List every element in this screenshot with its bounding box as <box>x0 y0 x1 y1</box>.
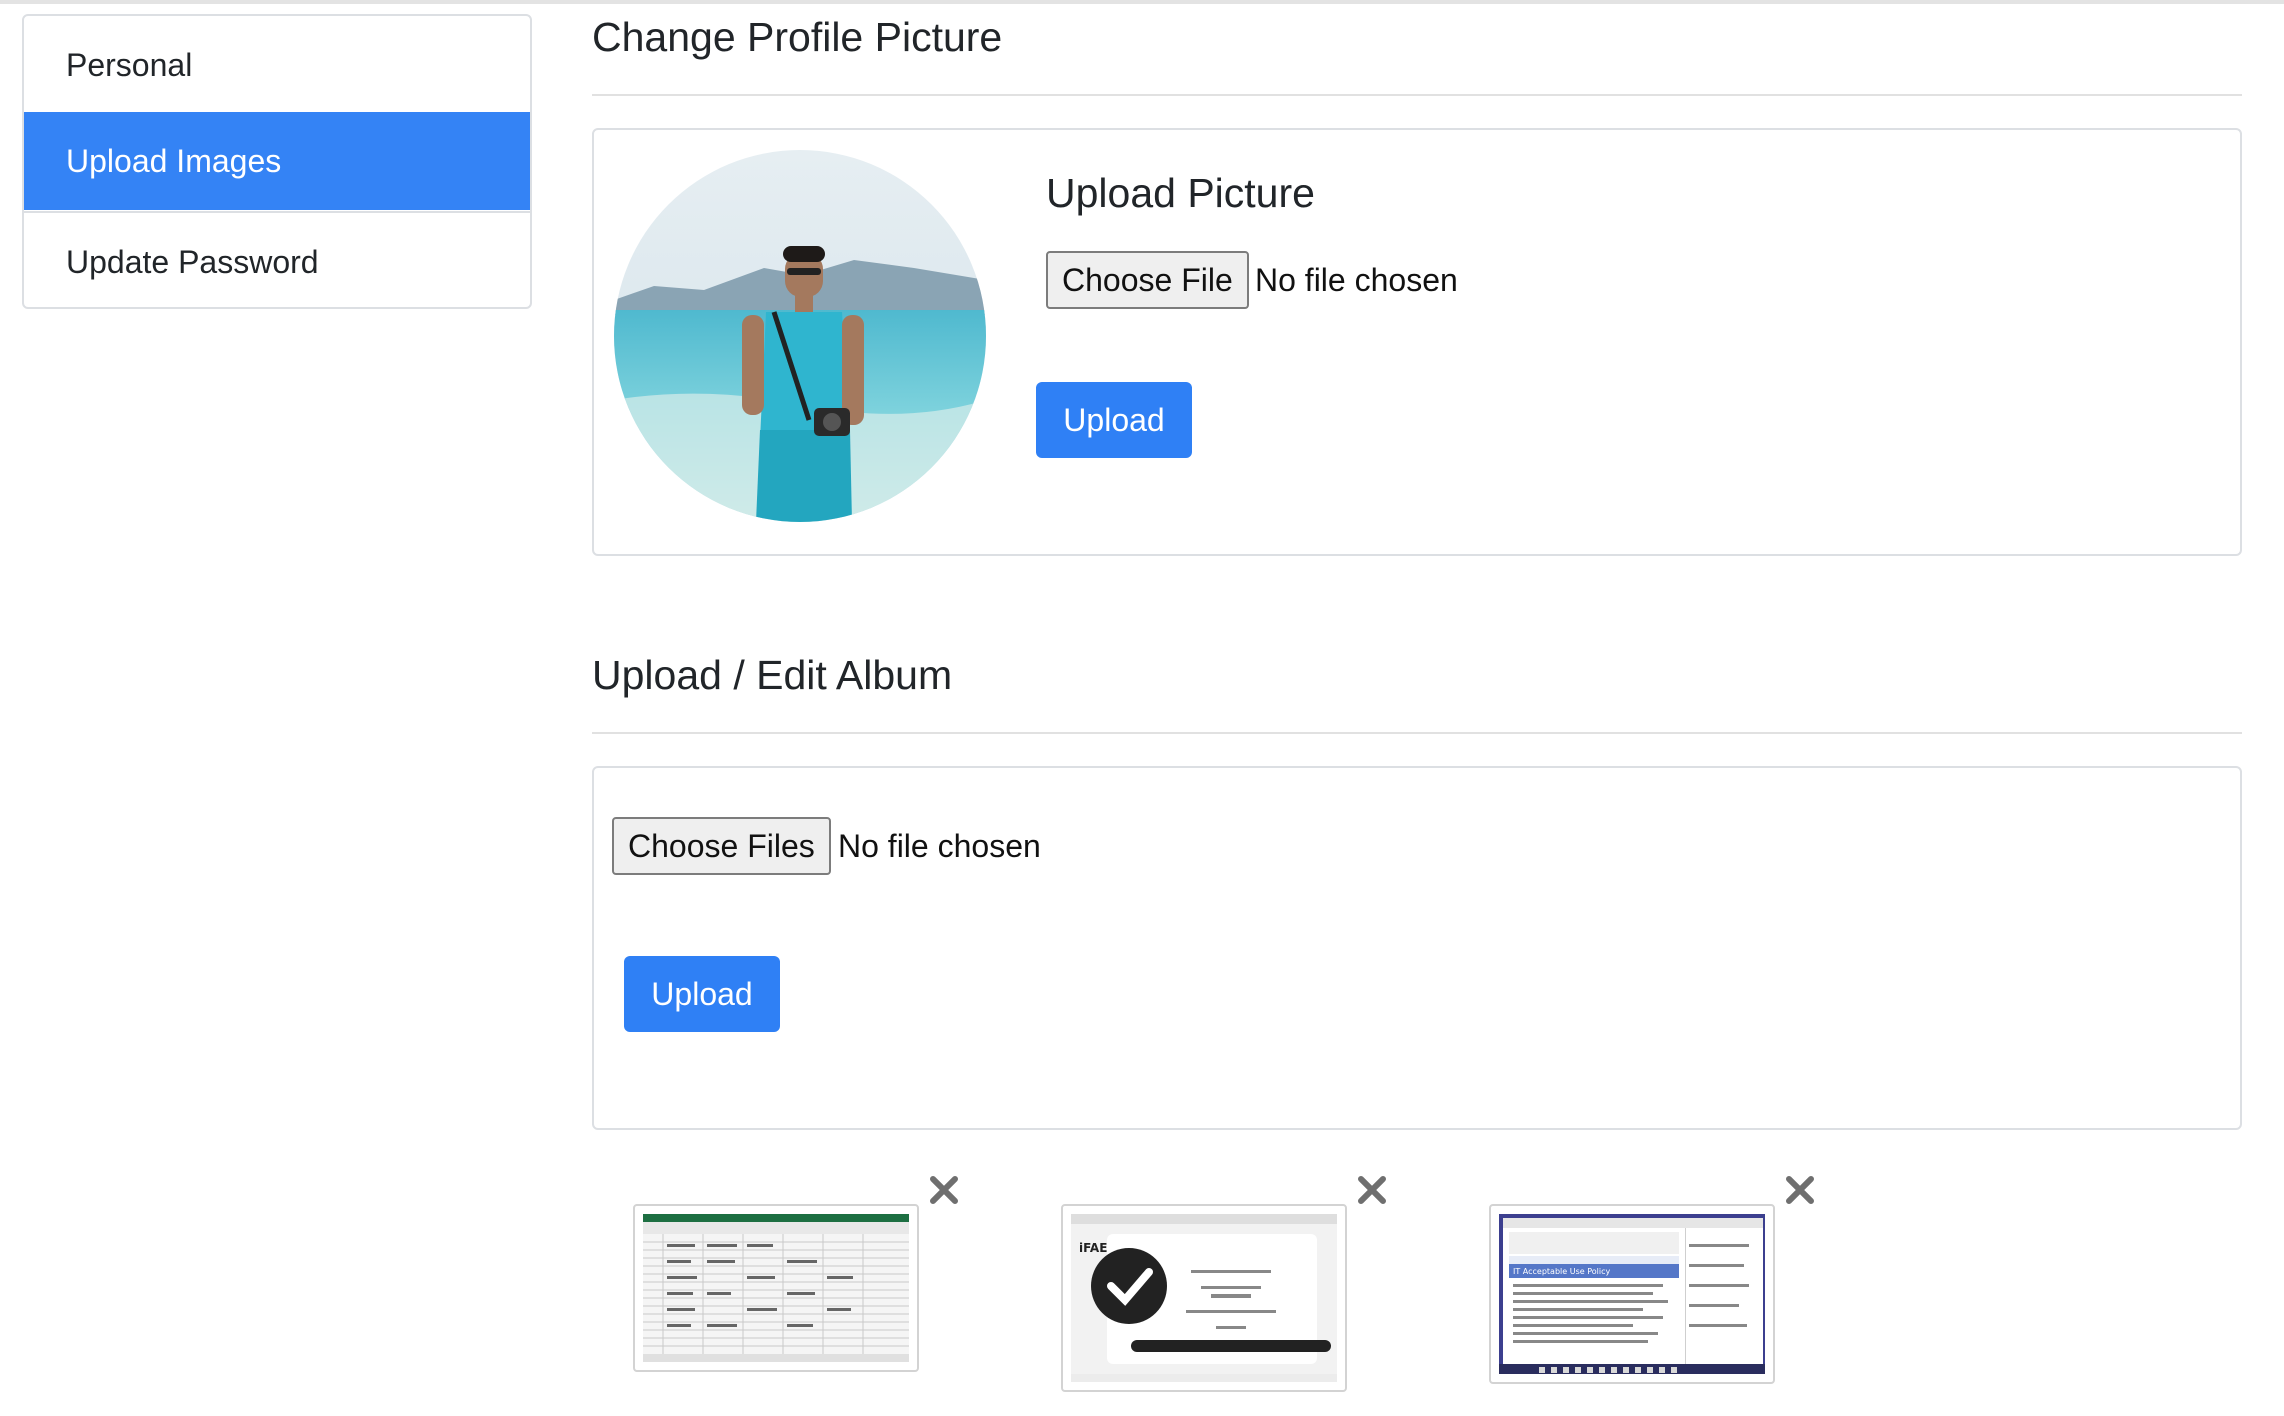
album-section-title: Upload / Edit Album <box>592 652 953 698</box>
album-thumbnail[interactable] <box>633 1204 919 1372</box>
avatar-photo <box>614 150 986 522</box>
sidebar-item-update-password[interactable]: Update Password <box>24 211 530 307</box>
album-thumbnail[interactable]: iFAE <box>1061 1204 1347 1392</box>
spreadsheet-screenshot-image <box>643 1214 909 1362</box>
settings-sidebar: Personal Upload Images Update Password <box>22 14 532 309</box>
divider <box>592 732 2242 734</box>
close-icon[interactable] <box>1783 1173 1817 1207</box>
album-thumbnail[interactable]: IT Acceptable Use Policy <box>1489 1204 1775 1384</box>
svg-text:IT Acceptable Use Policy: IT Acceptable Use Policy <box>1513 1267 1610 1276</box>
profile-avatar <box>614 150 986 522</box>
file-status-text: No file chosen <box>1255 262 1458 298</box>
it-policy-screenshot-image: IT Acceptable Use Policy <box>1499 1214 1765 1374</box>
choose-file-button[interactable]: Choose File <box>1046 251 1249 309</box>
payment-confirmation-screenshot-image: iFAE <box>1071 1214 1337 1382</box>
profile-section-title: Change Profile Picture <box>592 14 1003 60</box>
file-status-text: No file chosen <box>838 828 1041 864</box>
svg-text:iFAE: iFAE <box>1079 1241 1107 1255</box>
upload-picture-title: Upload Picture <box>1046 170 1315 216</box>
album-upload-button[interactable]: Upload <box>624 956 780 1032</box>
sidebar-item-upload-images[interactable]: Upload Images <box>24 112 530 210</box>
top-border <box>0 0 2284 4</box>
sidebar-item-personal[interactable]: Personal <box>24 16 530 114</box>
divider <box>592 94 2242 96</box>
close-icon[interactable] <box>927 1173 961 1207</box>
choose-files-button[interactable]: Choose Files <box>612 817 831 875</box>
close-icon[interactable] <box>1355 1173 1389 1207</box>
profile-upload-button[interactable]: Upload <box>1036 382 1192 458</box>
